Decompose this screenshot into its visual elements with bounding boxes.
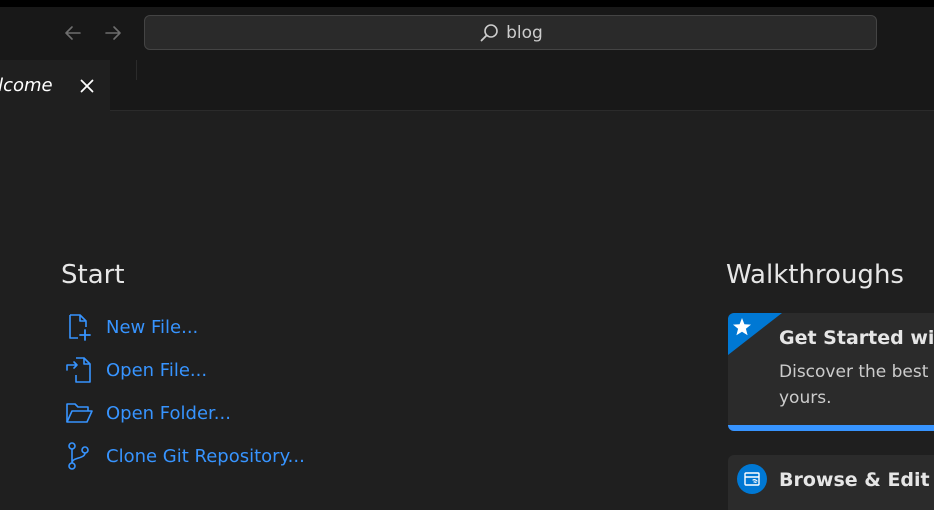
clone-git-repository-label: Clone Git Repository... xyxy=(106,445,305,467)
title-bar: blog xyxy=(0,0,934,60)
remote-repo-icon xyxy=(737,464,767,494)
editor-tab-strip: elcome xyxy=(0,60,934,111)
open-folder-link[interactable]: Open Folder... xyxy=(64,397,231,429)
open-file-link[interactable]: Open File... xyxy=(64,354,207,386)
open-folder-label: Open Folder... xyxy=(106,402,231,424)
command-center-search[interactable]: blog xyxy=(144,15,877,50)
walkthrough-description: Discover the best c yours. xyxy=(779,362,934,408)
star-icon xyxy=(731,316,753,338)
walkthrough-title: Browse & Edit Re xyxy=(779,469,934,491)
clone-git-repository-link[interactable]: Clone Git Repository... xyxy=(64,440,305,472)
git-branch-icon xyxy=(64,441,94,471)
new-file-icon xyxy=(64,312,94,342)
back-button[interactable] xyxy=(60,21,86,45)
vscode-window: blog elcome Start New File... xyxy=(0,0,934,510)
command-center-text: blog xyxy=(506,22,543,43)
arrow-left-icon xyxy=(65,26,81,40)
open-file-icon xyxy=(64,355,94,385)
search-icon xyxy=(478,22,500,44)
walkthrough-card-get-started[interactable]: Get Started with Discover the best c you… xyxy=(728,313,934,431)
start-heading: Start xyxy=(61,260,125,290)
forward-button[interactable] xyxy=(100,21,126,45)
open-file-label: Open File... xyxy=(106,359,208,381)
walkthroughs-heading: Walkthroughs xyxy=(726,260,904,290)
arrow-right-icon xyxy=(105,26,121,40)
tab-label: elcome xyxy=(0,75,53,96)
walkthrough-title: Get Started with xyxy=(779,327,934,349)
close-icon[interactable] xyxy=(77,76,97,96)
tab-divider xyxy=(136,60,137,80)
walkthrough-progress-bar xyxy=(728,425,934,431)
walkthrough-card-browse-edit[interactable]: Browse & Edit Re xyxy=(728,455,934,510)
tab-welcome[interactable]: elcome xyxy=(0,60,110,111)
new-file-label: New File... xyxy=(106,316,199,338)
new-file-link[interactable]: New File... xyxy=(64,311,198,343)
open-folder-icon xyxy=(64,398,94,428)
